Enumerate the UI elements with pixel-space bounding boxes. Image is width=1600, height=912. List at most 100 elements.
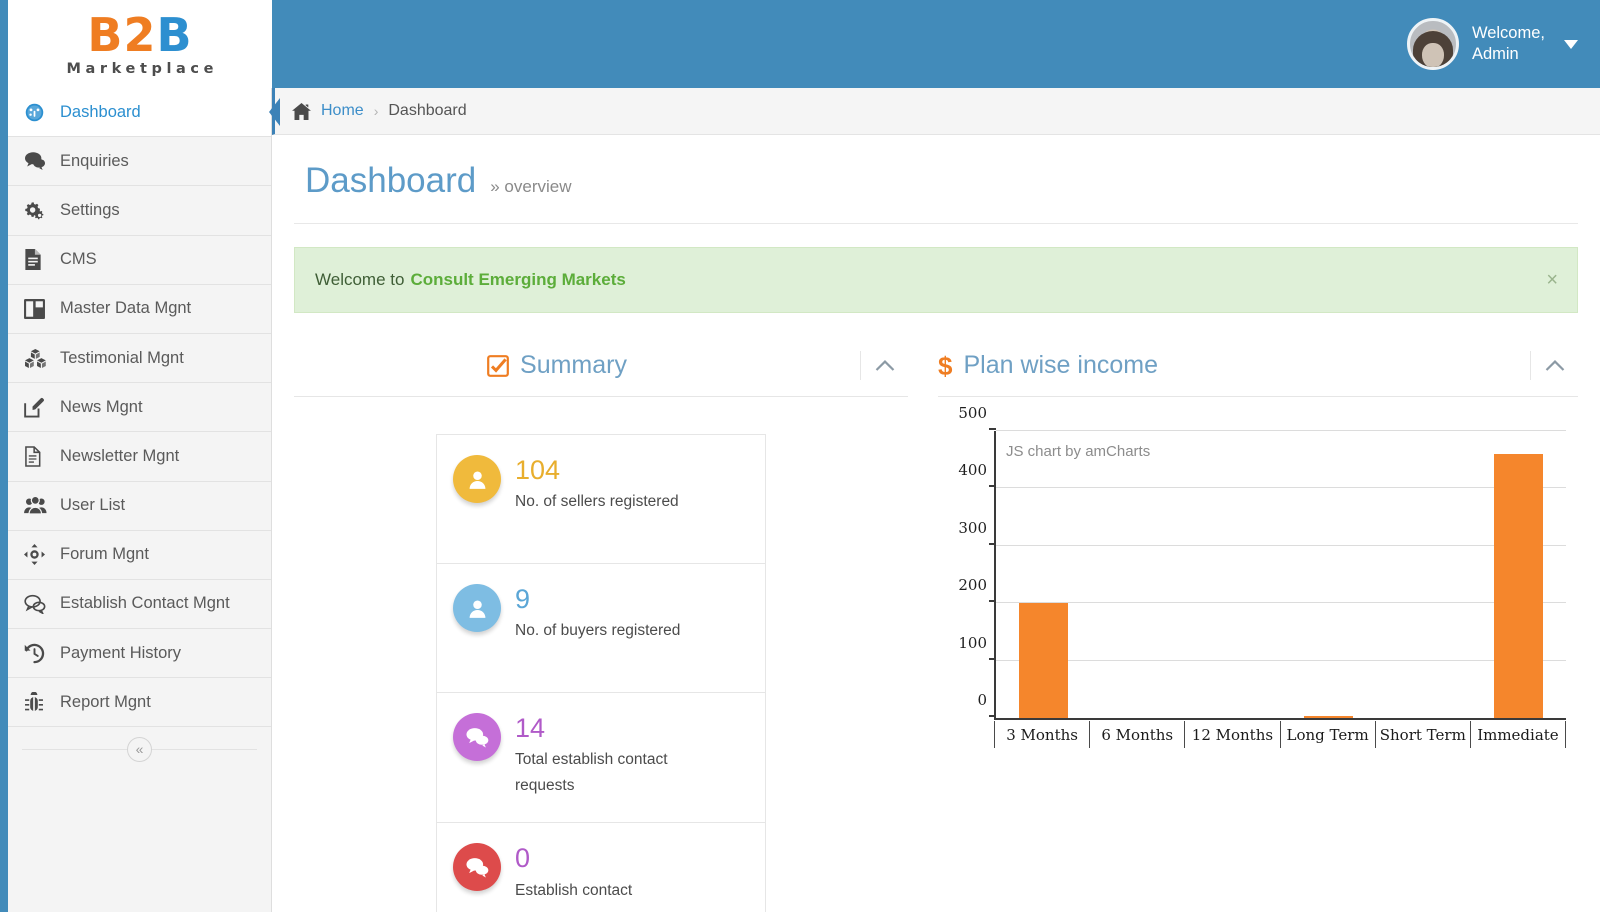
chart-y-tick-label: 500: [958, 404, 987, 422]
sidebar-item-dashboard[interactable]: Dashboard: [8, 88, 271, 138]
comments-icon: [453, 843, 501, 892]
welcome-alert: Welcome to Consult Emerging Markets ×: [294, 247, 1578, 313]
summary-card: 9 No. of buyers registered: [437, 564, 765, 693]
summary-panel: Summary 104 No. of sellers registered 9 …: [294, 351, 921, 912]
summary-card: 104 No. of sellers registered: [437, 435, 765, 564]
app-root: B2B Marketplace Welcome, Admin Dashboard…: [0, 0, 1600, 912]
logo-b2: B: [156, 7, 193, 62]
chart-x-tick-label: 3 Months: [994, 721, 1091, 748]
sidebar-item-label: Master Data Mgnt: [60, 299, 192, 318]
sidebar-item-payment-history[interactable]: Payment History: [8, 629, 271, 679]
page-title: Dashboard: [305, 161, 477, 200]
chart-y-tick-label: 0: [977, 691, 987, 709]
chevron-up-icon[interactable]: [1530, 351, 1578, 380]
close-icon[interactable]: ×: [1546, 270, 1558, 290]
welcome-line-1: Welcome,: [1471, 23, 1545, 42]
sidebar-item-label: Forum Mgnt: [60, 545, 149, 564]
chart-y-tick-mark: [989, 542, 996, 545]
dashboard-icon: [24, 102, 60, 123]
user-icon: [453, 584, 501, 632]
history-icon: [24, 643, 60, 664]
chevron-down-icon[interactable]: [1564, 39, 1578, 49]
sidebar-item-label: Payment History: [60, 643, 182, 662]
page-subtitle: » overview: [490, 177, 572, 196]
summary-card: 14 Total establish contact requests: [437, 693, 765, 824]
arrows-icon: [24, 544, 60, 566]
welcome-line-2: Admin: [1471, 45, 1519, 63]
pencil-square-icon: [24, 397, 60, 418]
sidebar-item-label: Report Mgnt: [60, 692, 151, 711]
chart-bar[interactable]: [1018, 603, 1069, 718]
sidebar-collapse-row: «: [8, 727, 271, 771]
sidebar-item-label: User List: [60, 496, 126, 515]
sidebar-item-label: News Mgnt: [60, 397, 143, 416]
header-right-area: Welcome, Admin: [272, 0, 1600, 88]
chart-panel-title: Plan wise income: [963, 351, 1158, 379]
comment-dots-icon: [24, 594, 60, 614]
logo-text: B2B: [87, 12, 192, 58]
chart-x-tick-label: 12 Months: [1185, 721, 1281, 748]
chart-bar-slot: [1281, 431, 1376, 718]
chart-x-axis-labels: 3 Months 6 Months 12 Months Long Term Short …: [994, 721, 1567, 748]
user-menu[interactable]: Welcome, Admin: [1406, 18, 1578, 70]
avatar: [1406, 18, 1459, 70]
page-header: Dashboard » overview: [294, 135, 1578, 224]
dollar-icon: $: [938, 350, 953, 381]
comments-icon: [24, 151, 60, 171]
sidebar-item-user-list[interactable]: User List: [8, 481, 271, 531]
chart-y-tick-mark: [989, 428, 996, 430]
summary-card-value: 104: [515, 455, 561, 485]
sidebar-item-label: CMS: [60, 250, 97, 269]
summary-card-value: 9: [515, 584, 531, 614]
sidebar-item-master-data-mgnt[interactable]: Master Data Mgnt: [8, 284, 271, 334]
chart-y-tick-mark: [989, 600, 996, 603]
chart-bar-slot: [1376, 431, 1471, 718]
bug-icon: [24, 691, 60, 713]
plan-wise-income-panel: $ Plan wise income JS chart by amCharts …: [921, 351, 1578, 912]
columns-icon: [24, 298, 60, 319]
chart-y-tick-mark: [989, 657, 996, 660]
alert-prefix: Welcome to: [315, 270, 405, 289]
body-container: Dashboard Enquiries Settings CMS Master …: [0, 88, 1600, 912]
sidebar-collapse-button[interactable]: «: [127, 736, 152, 762]
breadcrumb-separator: ›: [373, 103, 379, 119]
user-icon: [453, 455, 501, 503]
breadcrumb-home-link[interactable]: Home: [321, 102, 364, 120]
sidebar-item-newsletter-mgnt[interactable]: Newsletter Mgnt: [8, 432, 271, 482]
chevron-up-icon[interactable]: [860, 351, 908, 380]
sidebar-item-establish-contact-mgnt[interactable]: Establish Contact Mgnt: [8, 579, 271, 630]
home-icon[interactable]: [292, 102, 311, 120]
sidebar-item-enquiries[interactable]: Enquiries: [8, 137, 271, 187]
comments-icon: [453, 713, 501, 761]
summary-panel-header: Summary: [294, 351, 908, 397]
cubes-icon: [24, 348, 60, 369]
gears-icon: [24, 200, 60, 221]
top-header-bar: B2B Marketplace Welcome, Admin: [0, 0, 1600, 88]
brand-logo[interactable]: B2B Marketplace: [0, 0, 272, 88]
sidebar-item-settings[interactable]: Settings: [8, 186, 271, 236]
sidebar-item-label: Enquiries: [60, 151, 129, 170]
file-lines-icon: [24, 446, 60, 467]
chart-y-tick-mark: [989, 715, 996, 717]
sidebar-item-forum-mgnt[interactable]: Forum Mgnt: [8, 530, 271, 580]
logo-tagline: Marketplace: [66, 60, 219, 77]
chart-y-tick-label: 300: [958, 518, 987, 537]
sidebar-item-news-mgnt[interactable]: News Mgnt: [8, 383, 271, 433]
chart-bar[interactable]: [1303, 716, 1354, 718]
sidebar-item-testimonial-mgnt[interactable]: Testimonial Mgnt: [8, 333, 271, 384]
plan-wise-income-chart: JS chart by amCharts 0 100 200 300 400 500 3 …: [938, 404, 1578, 762]
chart-x-tick-label: Long Term: [1281, 721, 1376, 748]
dashboard-panels: Summary 104 No. of sellers registered 9 …: [294, 351, 1578, 912]
chart-plot-area: JS chart by amCharts 0 100 200 300 400 500: [958, 404, 1566, 720]
sidebar-item-label: Testimonial Mgnt: [60, 348, 184, 367]
sidebar-nav: Dashboard Enquiries Settings CMS Master …: [0, 88, 272, 912]
sidebar-item-cms[interactable]: CMS: [8, 235, 271, 285]
summary-card: 0 Establish contact: [437, 823, 765, 912]
chart-bar[interactable]: [1493, 453, 1544, 718]
chart-bars: [996, 431, 1566, 718]
sidebar-item-label: Settings: [60, 200, 120, 219]
sidebar-item-report-mgnt[interactable]: Report Mgnt: [8, 678, 271, 728]
logo-2: 2: [123, 7, 157, 62]
sidebar-item-label: Dashboard: [60, 102, 141, 121]
users-icon: [24, 496, 60, 515]
